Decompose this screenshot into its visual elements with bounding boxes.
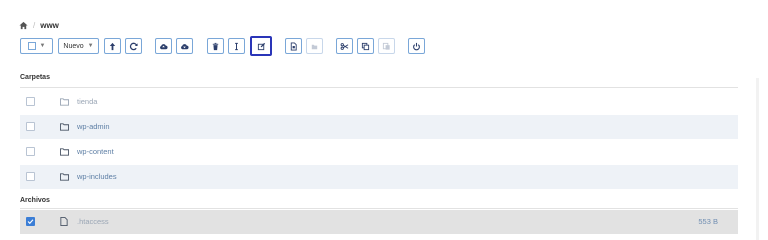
file-copy-button[interactable] xyxy=(285,38,302,54)
cloud-download-icon xyxy=(181,43,189,49)
row-checkbox[interactable] xyxy=(26,147,35,156)
file-copy-icon xyxy=(290,41,297,51)
paste-button[interactable] xyxy=(378,38,395,54)
folder-row-wp-admin[interactable]: wp-admin xyxy=(20,115,738,139)
select-checkbox-icon[interactable] xyxy=(27,42,36,50)
folder-row-wp-includes[interactable]: wp-includes xyxy=(20,165,738,189)
cloud-download-button[interactable] xyxy=(176,38,193,54)
folder-row-tienda[interactable]: tienda xyxy=(20,90,738,114)
edit-button[interactable] xyxy=(250,36,272,56)
paste-icon xyxy=(382,42,390,50)
divider xyxy=(20,208,738,209)
refresh-button[interactable] xyxy=(125,38,142,54)
power-icon xyxy=(413,42,420,50)
folder-name[interactable]: tienda xyxy=(77,97,97,106)
cut-icon xyxy=(340,42,349,50)
folder-icon xyxy=(60,148,69,156)
file-size: 553 B xyxy=(698,217,718,226)
row-checkbox[interactable] xyxy=(26,97,35,106)
cloud-upload-icon xyxy=(160,43,168,49)
breadcrumb-separator: / xyxy=(33,20,36,30)
select-all-dropdown[interactable]: ▼ xyxy=(20,38,53,54)
row-checkbox[interactable] xyxy=(26,122,35,131)
upload-button[interactable] xyxy=(104,38,121,54)
file-disabled-button[interactable] xyxy=(306,38,323,54)
folders-section-title: Carpetas xyxy=(20,74,50,81)
divider xyxy=(20,87,738,88)
breadcrumb: / www xyxy=(19,18,59,32)
chevron-down-icon: ▼ xyxy=(39,43,46,49)
file-name[interactable]: .htaccess xyxy=(77,217,109,226)
trash-icon xyxy=(212,42,219,50)
folder-name[interactable]: wp-includes xyxy=(77,172,117,181)
file-disabled-icon xyxy=(311,44,318,49)
new-button-label: Nuevo xyxy=(63,42,84,50)
copy-icon xyxy=(361,42,370,50)
folder-name[interactable]: wp-content xyxy=(77,147,114,156)
cut-button[interactable] xyxy=(336,38,353,54)
rename-icon xyxy=(235,42,238,50)
copy-button[interactable] xyxy=(357,38,374,54)
refresh-icon xyxy=(129,42,138,50)
rename-button[interactable] xyxy=(228,38,245,54)
folder-row-wp-content[interactable]: wp-content xyxy=(20,140,738,164)
scrollbar[interactable] xyxy=(756,78,759,240)
breadcrumb-current[interactable]: www xyxy=(40,21,59,30)
cloud-upload-button[interactable] xyxy=(155,38,172,54)
file-row-htaccess[interactable]: .htaccess 553 B xyxy=(20,210,738,234)
home-icon[interactable] xyxy=(19,21,28,30)
folder-icon xyxy=(60,123,69,131)
files-section-title: Archivos xyxy=(20,197,50,204)
row-checkbox[interactable] xyxy=(26,172,35,181)
edit-icon xyxy=(257,42,265,50)
file-icon xyxy=(60,217,68,226)
folder-icon xyxy=(60,98,69,106)
delete-button[interactable] xyxy=(207,38,224,54)
chevron-down-icon: ▼ xyxy=(87,43,94,49)
folder-icon xyxy=(60,173,69,181)
folder-name[interactable]: wp-admin xyxy=(77,122,110,131)
check-icon xyxy=(27,219,34,225)
row-checkbox[interactable] xyxy=(26,217,35,226)
upload-icon xyxy=(109,42,116,50)
new-button[interactable]: Nuevo ▼ xyxy=(58,38,99,54)
exit-button[interactable] xyxy=(408,38,425,54)
